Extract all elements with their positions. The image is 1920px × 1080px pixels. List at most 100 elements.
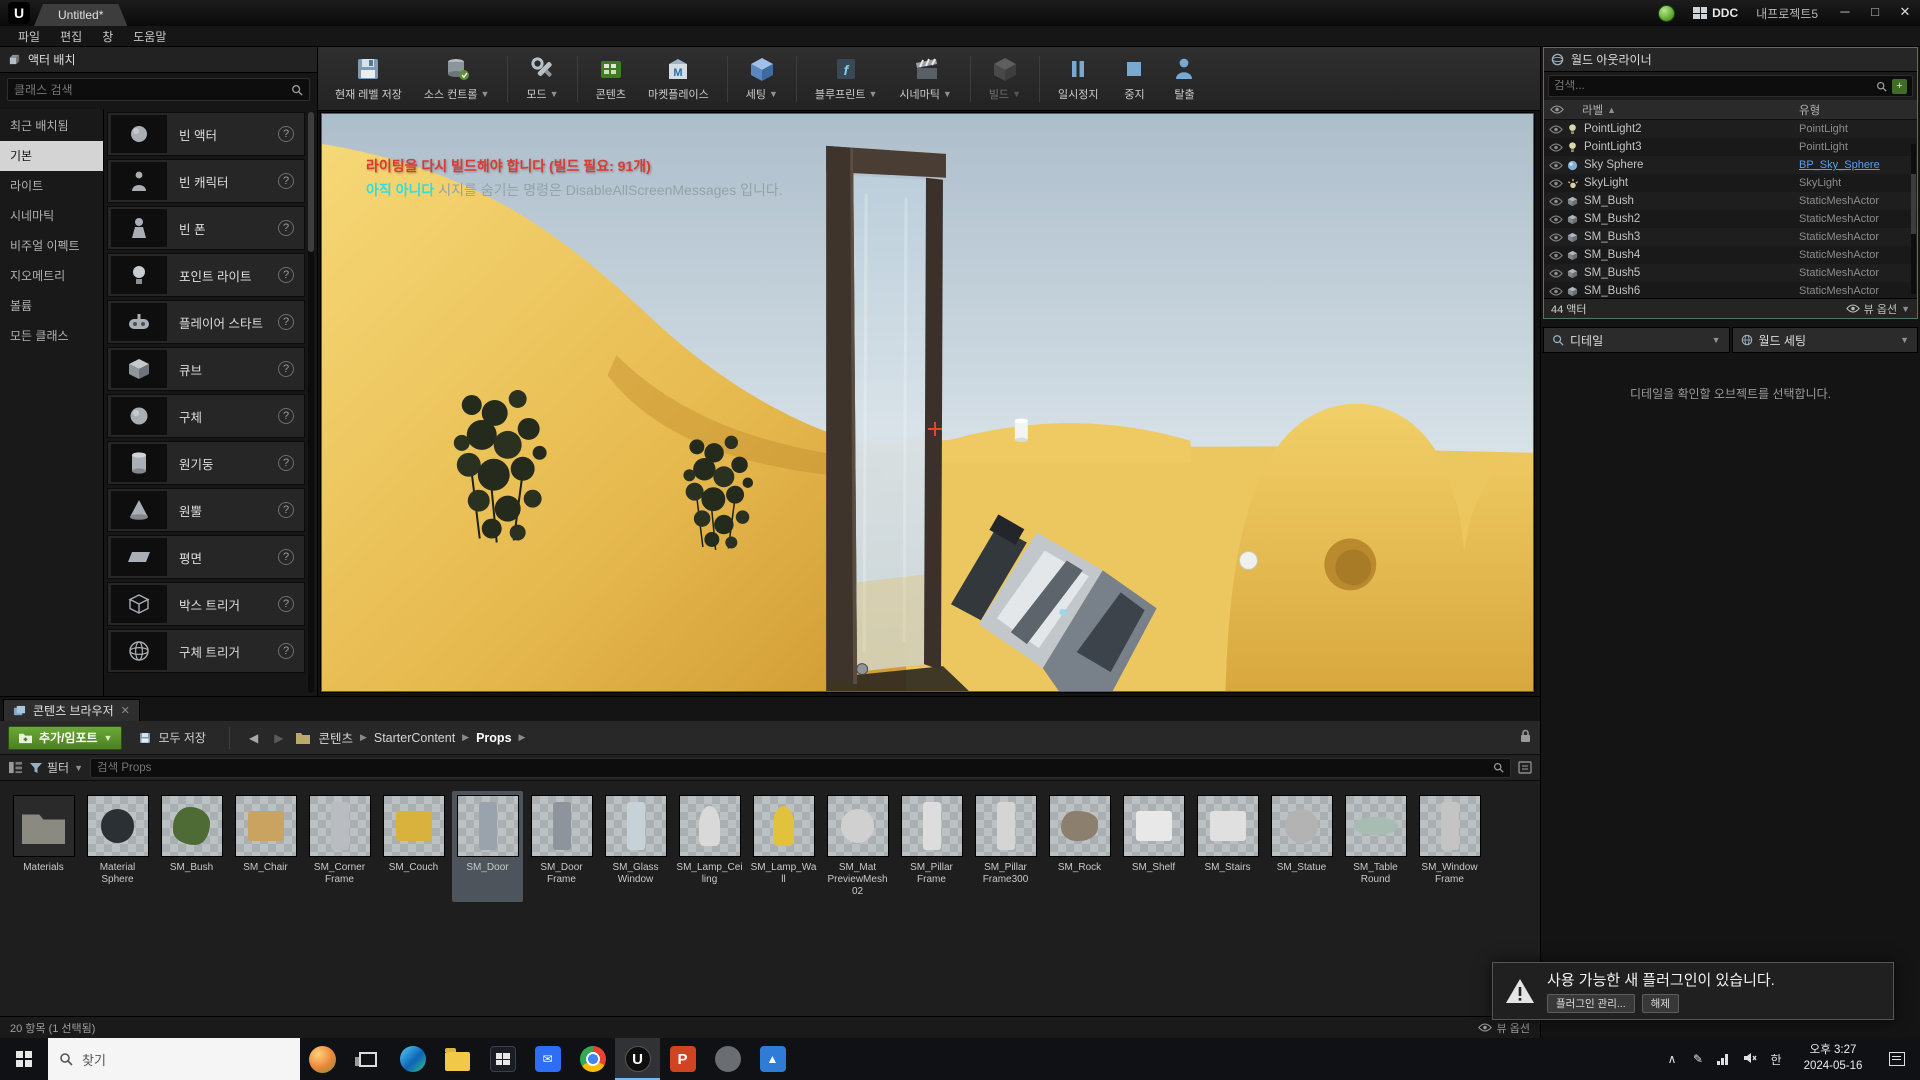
manage-plugins-button[interactable]: 플러그인 관리... [1547, 994, 1635, 1013]
viewport[interactable]: 라이팅을 다시 빌드해야 합니다 (빌드 필요: 91개) 아직 아니다 시지를… [321, 113, 1534, 692]
column-label[interactable]: 라벨▲ [1564, 102, 1799, 118]
asset-search-input[interactable] [97, 762, 1487, 774]
visibility-eye-icon[interactable] [1549, 197, 1567, 206]
app-unreal-active[interactable]: U [615, 1038, 660, 1080]
pause-button[interactable]: 일시정지 [1047, 50, 1109, 108]
close-icon[interactable]: ✕ [121, 704, 130, 717]
outliner-search-input[interactable] [1554, 80, 1871, 92]
tray-pen-icon[interactable]: ✎ [1686, 1052, 1710, 1066]
visibility-eye-icon[interactable] [1549, 125, 1567, 134]
tray-ime-icon[interactable]: 한 [1764, 1051, 1788, 1068]
settings-button[interactable]: 세팅▼ [735, 50, 789, 108]
place-item-empty-pawn[interactable]: 빈 폰 ? [107, 206, 305, 250]
asset-tile[interactable]: SM_Corner Frame [304, 791, 375, 902]
help-icon[interactable]: ? [278, 455, 294, 471]
visibility-eye-icon[interactable] [1549, 251, 1567, 260]
menu-edit[interactable]: 편집 [50, 26, 92, 47]
help-icon[interactable]: ? [278, 220, 294, 236]
category-all-classes[interactable]: 모든 클래스 [0, 321, 103, 351]
app-edge[interactable] [390, 1038, 435, 1080]
visibility-eye-icon[interactable] [1549, 161, 1567, 170]
asset-tile[interactable]: Material Sphere [82, 791, 153, 902]
app-powerpoint[interactable]: P [660, 1038, 705, 1080]
level-tab[interactable]: Untitled* [34, 4, 127, 26]
outliner-scrollbar[interactable] [1911, 144, 1916, 294]
content-browser-button[interactable]: 콘텐츠 [585, 50, 637, 108]
menu-window[interactable]: 창 [92, 26, 123, 47]
asset-tile[interactable]: SM_Lamp_Wall [748, 791, 819, 902]
category-cinematic[interactable]: 시네마틱 [0, 201, 103, 231]
breadcrumb-content[interactable]: 콘텐츠 [318, 728, 353, 747]
category-volumes[interactable]: 볼륨 [0, 291, 103, 321]
asset-tile[interactable]: SM_Glass Window [600, 791, 671, 902]
eject-button[interactable]: 탈출 [1159, 50, 1209, 108]
add-filter-icon[interactable]: + [1892, 79, 1907, 94]
asset-tile-selected[interactable]: SM_Door [452, 791, 523, 902]
saved-search-icon[interactable] [1518, 761, 1532, 774]
outliner-row[interactable]: SM_Bush4 StaticMeshActor [1544, 246, 1917, 264]
category-basic[interactable]: 기본 [0, 141, 103, 171]
place-actors-scrollbar[interactable] [308, 112, 314, 693]
asset-tile[interactable]: SM_Stairs [1192, 791, 1263, 902]
back-arrow-icon[interactable]: ◀ [245, 731, 262, 745]
help-icon[interactable]: ? [278, 408, 294, 424]
sources-panel-icon[interactable] [8, 761, 23, 774]
ddc-button[interactable]: DDC [1687, 4, 1744, 22]
asset-tile[interactable]: SM_Couch [378, 791, 449, 902]
outliner-row[interactable]: PointLight3 PointLight [1544, 138, 1917, 156]
place-item-box-trigger[interactable]: 박스 트리거 ? [107, 582, 305, 626]
tab-world-settings[interactable]: 월드 세팅 ▼ [1732, 327, 1919, 353]
asset-tile[interactable]: SM_Lamp_Ceiling [674, 791, 745, 902]
visibility-eye-icon[interactable] [1549, 143, 1567, 152]
tab-details[interactable]: 디테일 ▼ [1543, 327, 1730, 353]
build-button[interactable]: 빌드▼ [978, 50, 1032, 108]
place-item-point-light[interactable]: 포인트 라이트 ? [107, 253, 305, 297]
status-green-icon[interactable] [1658, 5, 1675, 22]
help-icon[interactable]: ? [278, 643, 294, 659]
widgets-button[interactable] [300, 1038, 345, 1080]
blueprint-type-link[interactable]: BP_Sky_Sphere [1799, 159, 1917, 171]
start-button[interactable] [0, 1038, 48, 1080]
place-item-cone[interactable]: 원뿔 ? [107, 488, 305, 532]
asset-tile[interactable]: SM_Window Frame [1414, 791, 1485, 902]
save-all-button[interactable]: 모두 저장 [130, 726, 214, 750]
maximize-button[interactable]: □ [1860, 0, 1890, 26]
source-control-button[interactable]: 소스 컨트롤▼ [413, 50, 501, 108]
outliner-view-options-button[interactable]: 뷰 옵션▼ [1846, 301, 1910, 317]
app-file-explorer[interactable] [435, 1038, 480, 1080]
category-recent[interactable]: 최근 배치됨 [0, 111, 103, 141]
place-item-sphere[interactable]: 구체 ? [107, 394, 305, 438]
asset-tile[interactable]: SM_Door Frame [526, 791, 597, 902]
help-icon[interactable]: ? [278, 173, 294, 189]
app-store[interactable] [480, 1038, 525, 1080]
help-icon[interactable]: ? [278, 267, 294, 283]
category-lights[interactable]: 라이트 [0, 171, 103, 201]
stop-button[interactable]: 중지 [1109, 50, 1159, 108]
asset-tile[interactable]: SM_Pillar Frame [896, 791, 967, 902]
outliner-row[interactable]: SM_Bush3 StaticMeshActor [1544, 228, 1917, 246]
visibility-eye-icon[interactable] [1549, 215, 1567, 224]
place-item-cylinder[interactable]: 원기둥 ? [107, 441, 305, 485]
place-item-empty-character[interactable]: 빈 캐릭터 ? [107, 159, 305, 203]
visibility-eye-icon[interactable] [1549, 287, 1567, 296]
tray-volume-icon[interactable] [1738, 1052, 1762, 1067]
marketplace-button[interactable]: M 마켓플레이스 [637, 50, 720, 108]
outliner-row[interactable]: PointLight2 PointLight [1544, 120, 1917, 138]
visibility-eye-icon[interactable] [1549, 233, 1567, 242]
category-geometry[interactable]: 지오메트리 [0, 261, 103, 291]
breadcrumb-startercontent[interactable]: StarterContent [374, 731, 455, 745]
help-icon[interactable]: ? [278, 314, 294, 330]
outliner-row[interactable]: Sky Sphere BP_Sky_Sphere [1544, 156, 1917, 174]
visibility-eye-icon[interactable] [1549, 269, 1567, 278]
taskbar-search[interactable]: 찾기 [48, 1038, 300, 1080]
tab-content-browser[interactable]: 콘텐츠 브라우저 ✕ [3, 699, 140, 721]
breadcrumb-props[interactable]: Props [476, 731, 511, 745]
help-icon[interactable]: ? [278, 361, 294, 377]
menu-help[interactable]: 도움말 [123, 26, 176, 47]
close-button[interactable]: ✕ [1890, 0, 1920, 26]
minimize-button[interactable]: ─ [1830, 0, 1860, 26]
task-view-button[interactable] [345, 1038, 390, 1080]
help-icon[interactable]: ? [278, 126, 294, 142]
app-mail[interactable]: ✉ [525, 1038, 570, 1080]
app-photos[interactable]: ▲ [750, 1038, 795, 1080]
